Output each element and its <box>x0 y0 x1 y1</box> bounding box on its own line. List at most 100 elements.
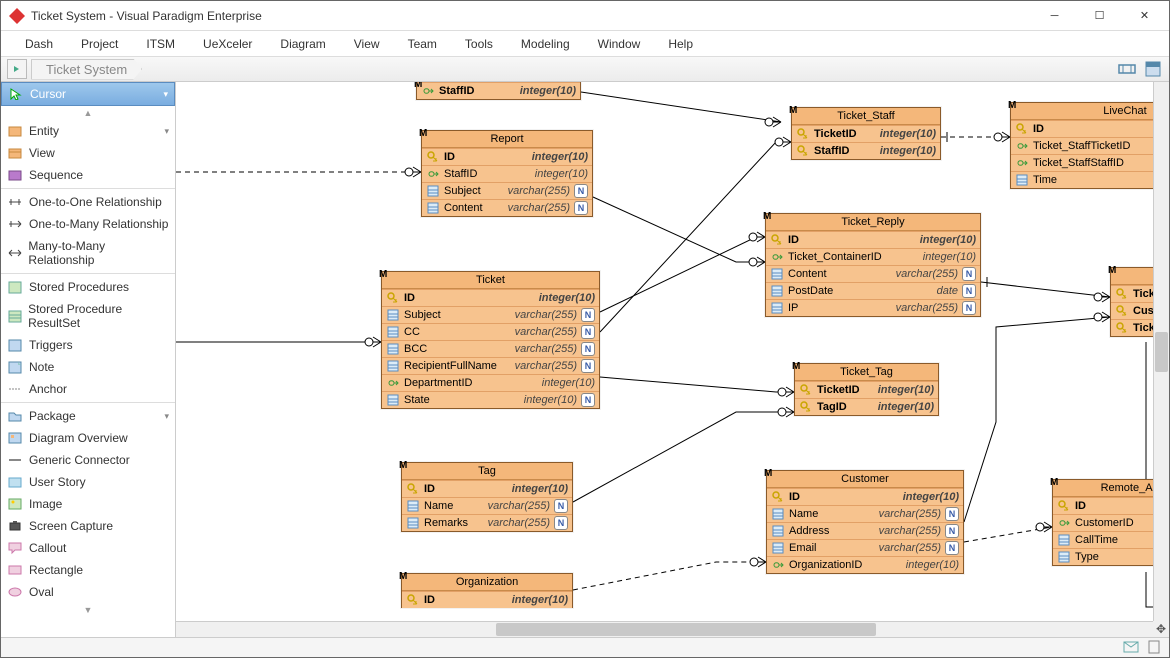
entity-staff_frag[interactable]: MStaffIDinteger(10) <box>416 82 581 100</box>
vertical-scrollbar[interactable] <box>1153 82 1169 621</box>
tool-generic-connector[interactable]: Generic Connector <box>1 449 175 471</box>
pan-handle-icon[interactable]: ✥ <box>1153 621 1169 637</box>
tool-cursor[interactable]: Cursor▾ <box>1 82 175 106</box>
column-row[interactable]: TimedateN <box>1011 171 1169 188</box>
column-icon <box>1015 173 1029 187</box>
tool-anchor[interactable]: Anchor <box>1 378 175 400</box>
tool-image[interactable]: Image <box>1 493 175 515</box>
column-row[interactable]: CustomerIDinteger(10) <box>1053 514 1169 531</box>
menu-view[interactable]: View <box>340 34 394 54</box>
tool-view[interactable]: View <box>1 142 175 164</box>
column-row[interactable]: DepartmentIDinteger(10) <box>382 374 599 391</box>
column-row[interactable]: StaffIDinteger(10) <box>417 82 580 99</box>
tool-stored-procedures[interactable]: Stored Procedures <box>1 276 175 298</box>
entity-ticket_reply[interactable]: MTicket_ReplyIDinteger(10)Ticket_Contain… <box>765 213 981 317</box>
column-row[interactable]: IDinteger(10) <box>382 289 599 306</box>
tool-stored-procedure-resultset[interactable]: Stored Procedure ResultSet <box>1 298 175 334</box>
column-row[interactable]: IDinteger(10) <box>767 488 963 505</box>
entity-remote_assistance[interactable]: MRemote_AssistanceIDinteger(10)CustomerI… <box>1052 479 1169 566</box>
column-row[interactable]: IDinteger(10) <box>766 231 980 248</box>
entity-ticket_staff[interactable]: MTicket_StaffTicketIDinteger(10)StaffIDi… <box>791 107 941 160</box>
scrollbar-thumb[interactable] <box>1155 332 1168 372</box>
column-row[interactable]: CallTimedateN <box>1053 531 1169 548</box>
column-row[interactable]: StaffIDinteger(10) <box>422 165 592 182</box>
menu-team[interactable]: Team <box>394 34 451 54</box>
tool-one-to-many-relationship[interactable]: One-to-Many Relationship <box>1 213 175 235</box>
column-row[interactable]: Ticket_StaffStaffIDinteger(10)N <box>1011 154 1169 171</box>
key-icon <box>770 233 784 247</box>
entity-livechat[interactable]: MLiveChatIDinteger(10)Ticket_StaffTicket… <box>1010 102 1169 189</box>
column-row[interactable]: Contentvarchar(255)N <box>766 265 980 282</box>
column-row[interactable]: IDinteger(10) <box>402 480 572 497</box>
diagram-canvas[interactable]: MStaffIDinteger(10) MReportIDinteger(10)S… <box>176 82 1169 637</box>
tool-note[interactable]: Note <box>1 356 175 378</box>
column-row[interactable]: Emailvarchar(255)N <box>767 539 963 556</box>
palette-collapse-up[interactable]: ▲ <box>1 106 175 120</box>
menu-modeling[interactable]: Modeling <box>507 34 584 54</box>
column-row[interactable]: RecipientFullNamevarchar(255)N <box>382 357 599 374</box>
menu-project[interactable]: Project <box>67 34 132 54</box>
horizontal-scrollbar[interactable] <box>176 621 1153 637</box>
tool-sequence[interactable]: Sequence <box>1 164 175 186</box>
tool-diagram-overview[interactable]: Diagram Overview <box>1 427 175 449</box>
tool-package[interactable]: Package▾ <box>1 405 175 427</box>
column-row[interactable]: Namevarchar(255)N <box>402 497 572 514</box>
tool-many-to-many-relationship[interactable]: Many-to-Many Relationship <box>1 235 175 271</box>
minimize-button[interactable]: ─ <box>1032 1 1077 30</box>
column-row[interactable]: StaffIDinteger(10) <box>792 142 940 159</box>
column-row[interactable]: Addressvarchar(255)N <box>767 522 963 539</box>
column-row[interactable]: IDinteger(10) <box>402 591 572 608</box>
breadcrumb[interactable]: Ticket System <box>31 59 142 80</box>
tool-rectangle[interactable]: Rectangle <box>1 559 175 581</box>
mail-icon[interactable] <box>1123 640 1139 654</box>
tool-user-story[interactable]: User Story <box>1 471 175 493</box>
tool-entity[interactable]: Entity▾ <box>1 120 175 142</box>
column-row[interactable]: BCCvarchar(255)N <box>382 340 599 357</box>
column-row[interactable]: Stateinteger(10)N <box>382 391 599 408</box>
menu-diagram[interactable]: Diagram <box>266 34 339 54</box>
column-row[interactable]: IPvarchar(255)N <box>766 299 980 316</box>
entity-ticket[interactable]: MTicketIDinteger(10)Subjectvarchar(255)N… <box>381 271 600 409</box>
tool-oval[interactable]: Oval <box>1 581 175 603</box>
palette-collapse-down[interactable]: ▼ <box>1 603 175 617</box>
close-button[interactable]: ✕ <box>1122 1 1167 30</box>
column-row[interactable]: OrganizationIDinteger(10) <box>767 556 963 573</box>
page-icon[interactable] <box>1147 640 1161 654</box>
menu-help[interactable]: Help <box>654 34 707 54</box>
menu-dash[interactable]: Dash <box>11 34 67 54</box>
layers-panel-icon[interactable] <box>1143 59 1163 79</box>
column-row[interactable]: Namevarchar(255)N <box>767 505 963 522</box>
column-row[interactable]: IDinteger(10) <box>1011 120 1169 137</box>
tool-callout[interactable]: Callout <box>1 537 175 559</box>
column-row[interactable]: Ticket_StaffTicketIDinteger(10)N <box>1011 137 1169 154</box>
menu-window[interactable]: Window <box>584 34 655 54</box>
column-row[interactable]: IDinteger(10) <box>422 148 592 165</box>
entity-organization[interactable]: MOrganizationIDinteger(10) <box>401 573 573 608</box>
entity-tag[interactable]: MTagIDinteger(10)Namevarchar(255)NRemark… <box>401 462 573 532</box>
menu-tools[interactable]: Tools <box>451 34 507 54</box>
column-row[interactable]: TagIDinteger(10) <box>795 398 938 415</box>
scrollbar-thumb[interactable] <box>496 623 876 636</box>
column-row[interactable]: Subjectvarchar(255)N <box>422 182 592 199</box>
tool-triggers[interactable]: Triggers <box>1 334 175 356</box>
column-row[interactable]: CCvarchar(255)N <box>382 323 599 340</box>
column-row[interactable]: Contentvarchar(255)N <box>422 199 592 216</box>
breadcrumb-back-button[interactable] <box>7 59 27 79</box>
menu-itsm[interactable]: ITSM <box>132 34 189 54</box>
tool-one-to-one-relationship[interactable]: One-to-One Relationship <box>1 191 175 213</box>
column-row[interactable]: IDinteger(10) <box>1053 497 1169 514</box>
entity-ticket_tag[interactable]: MTicket_TagTicketIDinteger(10)TagIDinteg… <box>794 363 939 416</box>
maximize-button[interactable]: ☐ <box>1077 1 1122 30</box>
column-row[interactable]: Remarksvarchar(255)N <box>402 514 572 531</box>
entity-report[interactable]: MReportIDinteger(10)StaffIDinteger(10)Su… <box>421 130 593 217</box>
column-row[interactable]: TicketIDinteger(10) <box>792 125 940 142</box>
tool-screen-capture[interactable]: Screen Capture <box>1 515 175 537</box>
column-row[interactable]: Ticket_ContainerIDinteger(10) <box>766 248 980 265</box>
column-row[interactable]: Typevarchar(255)N <box>1053 548 1169 565</box>
column-row[interactable]: Subjectvarchar(255)N <box>382 306 599 323</box>
entity-customer[interactable]: MCustomerIDinteger(10)Namevarchar(255)NA… <box>766 470 964 574</box>
resource-panel-icon[interactable] <box>1117 59 1137 79</box>
column-row[interactable]: PostDatedateN <box>766 282 980 299</box>
column-row[interactable]: TicketIDinteger(10) <box>795 381 938 398</box>
menu-uexceler[interactable]: UeXceler <box>189 34 266 54</box>
